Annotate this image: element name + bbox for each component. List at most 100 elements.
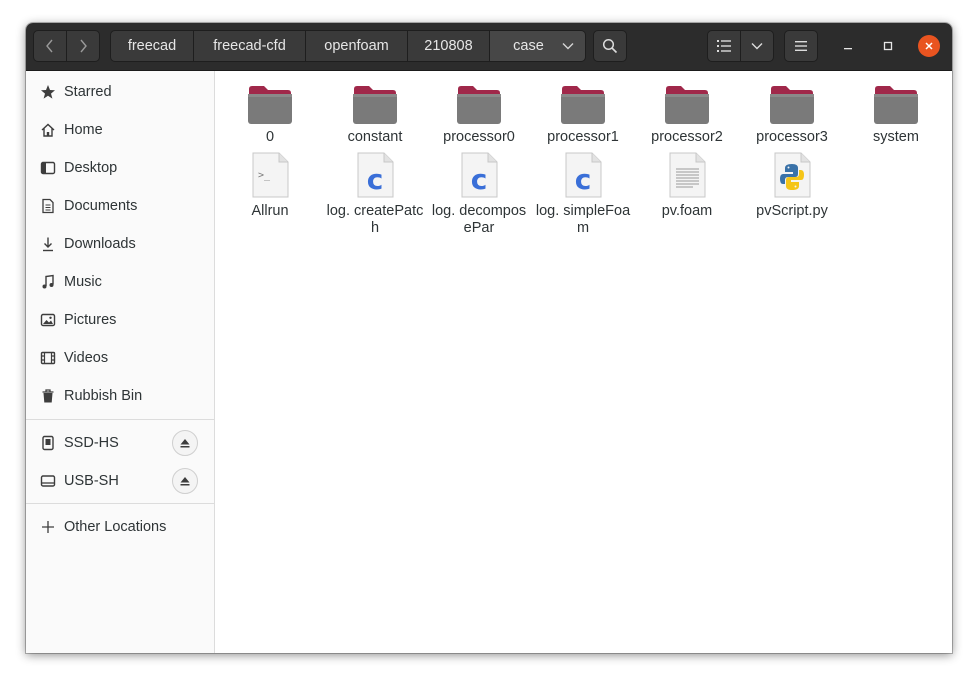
sidebar-item-label: Starred — [64, 84, 112, 100]
file-name: 0 — [265, 129, 275, 145]
file-name: Allrun — [251, 203, 289, 219]
sidebar-item-home[interactable]: Home — [26, 111, 214, 149]
list-view-button[interactable] — [707, 30, 741, 62]
file-item[interactable]: pvScript.py — [742, 151, 842, 220]
chevron-left-icon — [46, 39, 53, 53]
folder-item[interactable]: 0 — [220, 77, 320, 146]
c-source-icon: c — [325, 151, 425, 199]
crumb-openfoam[interactable]: openfoam — [306, 30, 408, 62]
svg-text:>_: >_ — [258, 170, 271, 181]
header-bar: freecad freecad-cfd openfoam 210808 case — [26, 23, 952, 71]
eject-icon — [180, 439, 190, 448]
sidebar-divider — [26, 503, 214, 504]
sidebar-item-documents[interactable]: Documents — [26, 187, 214, 225]
sidebar-item-label: USB-SH — [64, 473, 119, 489]
file-name: system — [873, 129, 919, 145]
sidebar-item-pictures[interactable]: Pictures — [26, 301, 214, 339]
pictures-icon — [39, 311, 57, 329]
sidebar-item-label: SSD-HS — [64, 435, 119, 451]
chevron-down-icon — [562, 43, 574, 50]
crumb-case[interactable]: case — [490, 30, 586, 62]
svg-text:c: c — [471, 163, 488, 196]
file-name: log. decomposePar — [431, 203, 527, 236]
list-view-icon — [717, 40, 731, 52]
chevron-right-icon — [80, 39, 87, 53]
file-manager-window: freecad freecad-cfd openfoam 210808 case — [26, 23, 952, 653]
crumb-label: freecad-cfd — [213, 38, 286, 54]
svg-text:c: c — [575, 163, 592, 196]
file-name: log. createPatch — [326, 203, 424, 236]
file-item[interactable]: c log. decomposePar — [429, 151, 529, 237]
home-icon — [39, 121, 57, 139]
folder-icon — [429, 77, 529, 125]
sidebar-item-starred[interactable]: Starred — [26, 73, 214, 111]
folder-item[interactable]: processor3 — [742, 77, 842, 146]
file-name: processor1 — [547, 129, 619, 145]
terminal-script-icon: >_ — [220, 151, 320, 199]
file-item[interactable]: c log. simpleFoam — [533, 151, 633, 237]
sidebar-item-rubbish-bin[interactable]: Rubbish Bin — [26, 377, 214, 415]
c-source-icon: c — [429, 151, 529, 199]
back-button[interactable] — [33, 30, 67, 62]
hamburger-menu-icon — [795, 41, 807, 51]
crumb-label: case — [513, 38, 544, 54]
folder-item[interactable]: processor0 — [429, 77, 529, 146]
close-button[interactable] — [918, 35, 940, 57]
sidebar-item-label: Desktop — [64, 160, 118, 176]
sidebar-item-label: Other Locations — [64, 519, 167, 535]
crumb-freecad-cfd[interactable]: freecad-cfd — [194, 30, 306, 62]
text-file-icon — [637, 151, 737, 199]
sidebar-item-music[interactable]: Music — [26, 263, 214, 301]
chevron-down-icon — [751, 43, 763, 50]
sidebar-item-usb-sh[interactable]: USB-SH — [26, 462, 214, 500]
python-file-icon — [742, 151, 842, 199]
file-item[interactable]: >_ Allrun — [220, 151, 320, 220]
sidebar-item-label: Videos — [64, 350, 109, 366]
maximize-icon — [883, 41, 893, 51]
sidebar-item-label: Documents — [64, 198, 138, 214]
folder-icon — [742, 77, 842, 125]
breadcrumb: freecad freecad-cfd openfoam 210808 case — [110, 30, 586, 62]
file-item[interactable]: c log. createPatch — [325, 151, 425, 237]
crumb-label: freecad — [127, 38, 177, 54]
svg-text:c: c — [367, 163, 384, 196]
search-icon — [602, 38, 618, 54]
folder-icon — [220, 77, 320, 125]
file-grid: 0 constant processor0 processor1 process… — [215, 71, 952, 653]
main-menu-button[interactable] — [784, 30, 818, 62]
folder-item[interactable]: processor1 — [533, 77, 633, 146]
file-name: pv.foam — [661, 203, 713, 219]
sidebar: Starred Home Desktop Documents Downloads… — [26, 71, 215, 653]
sidebar-item-ssd-hs[interactable]: SSD-HS — [26, 424, 214, 462]
forward-button[interactable] — [66, 30, 100, 62]
folder-item[interactable]: system — [846, 77, 946, 146]
folder-icon — [533, 77, 633, 125]
file-item[interactable]: pv.foam — [637, 151, 737, 220]
folder-item[interactable]: processor2 — [637, 77, 737, 146]
plus-icon — [39, 518, 57, 536]
sidebar-item-other-locations[interactable]: Other Locations — [26, 508, 214, 546]
crumb-210808[interactable]: 210808 — [408, 30, 490, 62]
sidebar-item-downloads[interactable]: Downloads — [26, 225, 214, 263]
c-source-icon: c — [533, 151, 633, 199]
sidebar-item-desktop[interactable]: Desktop — [26, 149, 214, 187]
crumb-freecad[interactable]: freecad — [110, 30, 194, 62]
view-options-button[interactable] — [740, 30, 774, 62]
maximize-button[interactable] — [877, 35, 899, 57]
drive-icon — [39, 434, 57, 452]
trash-icon — [39, 387, 57, 405]
folder-icon — [846, 77, 946, 125]
eject-button[interactable] — [172, 430, 198, 456]
sidebar-item-videos[interactable]: Videos — [26, 339, 214, 377]
eject-icon — [180, 477, 190, 486]
file-name: log. simpleFoam — [535, 203, 631, 236]
minimize-icon — [844, 48, 852, 50]
minimize-button[interactable] — [837, 35, 859, 57]
folder-icon — [325, 77, 425, 125]
eject-button[interactable] — [172, 468, 198, 494]
folder-item[interactable]: constant — [325, 77, 425, 146]
crumb-label: openfoam — [324, 38, 389, 54]
file-name: pvScript.py — [756, 203, 828, 219]
documents-icon — [39, 197, 57, 215]
search-button[interactable] — [593, 30, 627, 62]
